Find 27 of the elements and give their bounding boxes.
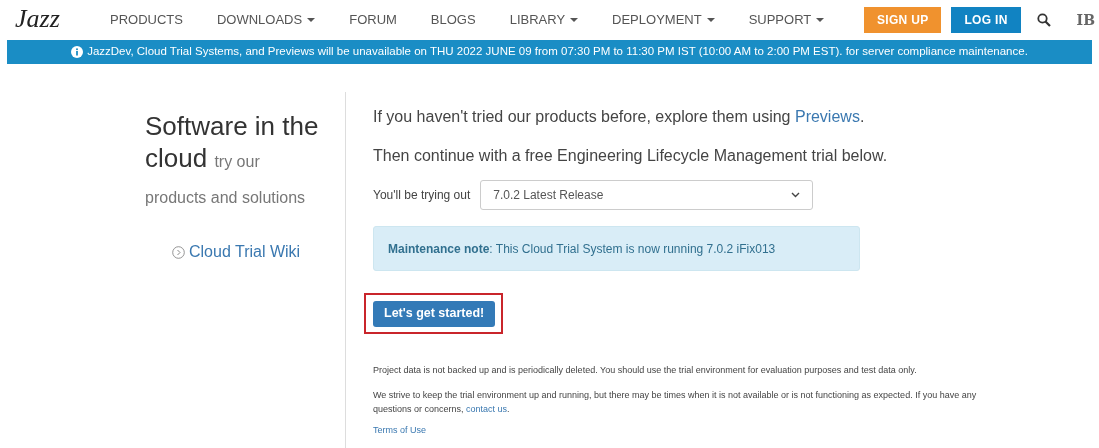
- nav-link[interactable]: PRODUCTS: [110, 10, 183, 30]
- brand-logo[interactable]: IB: [1076, 9, 1095, 31]
- info-icon: [71, 46, 84, 58]
- note-text: Maintenance note: This Cloud Trial System is now running 7.0.2 iFix013: [388, 240, 776, 258]
- release-label: You'll be trying out: [373, 187, 471, 204]
- nav-link[interactable]: SUPPORT: [748, 10, 825, 30]
- wiki-link[interactable]: Cloud Trial Wiki: [172, 240, 345, 264]
- disclaimer-text: Project data is not backed up and is periodically deleted. You should use the trial environment for evaluation purposes and test data only.: [373, 364, 918, 377]
- release-select[interactable]: 7.0.2 Latest Release: [480, 180, 814, 210]
- banner-text: JazzDev, Cloud Trial Systems, and Previews will be unavailable on THU 2022 JUNE 09 from 07:30 PM to 11:30 PM IST (10:00 AM to 2:00 PM EST). for server compliance maintenance.: [87, 44, 1028, 60]
- get-started-button[interactable]: Let's get started!: [373, 300, 496, 327]
- log-in-button[interactable]: LOG IN: [951, 7, 1021, 33]
- previews-link[interactable]: Previews: [794, 108, 860, 125]
- chevron-down-icon: [791, 192, 801, 198]
- chevron-circle-icon: [172, 245, 185, 259]
- search-icon[interactable]: [1036, 13, 1051, 27]
- nav-link[interactable]: FORUM: [349, 10, 397, 30]
- nav-link[interactable]: BLOGS: [430, 10, 476, 30]
- nav-link[interactable]: LIBRARY: [509, 10, 579, 30]
- intro-text: If you haven't tried our products before, explore them using Previews.: [373, 107, 866, 127]
- nav-link[interactable]: DEPLOYMENT: [612, 10, 715, 30]
- trial-text: Then continue with a free Engineering Lifecycle Management trial below.: [373, 146, 889, 166]
- sidebar-heading: Software in the cloud try our products and solutions: [145, 110, 320, 208]
- logo[interactable]: Jazz: [15, 0, 80, 38]
- terms-link[interactable]: Terms of Use: [373, 423, 426, 437]
- nav-link[interactable]: DOWNLOADS: [216, 10, 316, 30]
- uptime-text: We strive to keep the trial environment up and running, but there may be times when it is not available or is not functioning as expected. If you have any questions or concerns, contact us.: [373, 388, 978, 416]
